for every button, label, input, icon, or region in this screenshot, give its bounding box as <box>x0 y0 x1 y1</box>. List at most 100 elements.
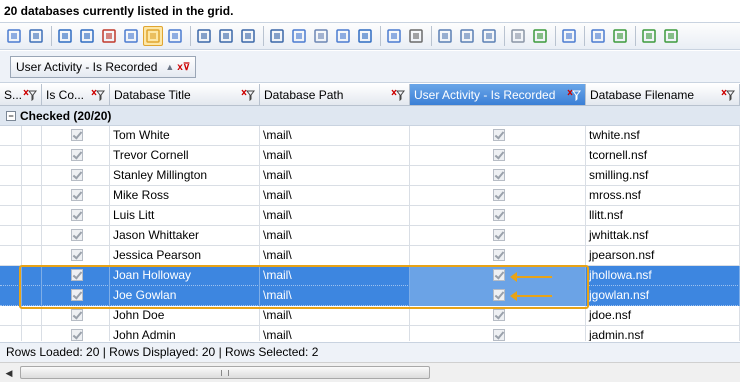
table-row[interactable]: Jessica Pearson \mail\ jpearson.nsf <box>0 246 740 266</box>
forward-icon[interactable] <box>639 26 659 46</box>
columns3-icon[interactable] <box>238 26 258 46</box>
checkbox-checked[interactable] <box>493 189 505 201</box>
checkbox-checked[interactable] <box>71 189 83 201</box>
column-header-s[interactable]: S... <box>0 84 42 106</box>
remove-icon[interactable] <box>77 26 97 46</box>
zoom-out-icon[interactable] <box>479 26 499 46</box>
database-filename-cell: jdoe.nsf <box>586 306 740 326</box>
zoom-icon[interactable] <box>435 26 455 46</box>
column-filter-icon[interactable] <box>241 89 255 102</box>
column-label: Database Title <box>114 87 191 102</box>
column-filter-icon[interactable] <box>567 89 581 102</box>
properties-icon[interactable] <box>4 26 24 46</box>
table-row[interactable]: Trevor Cornell \mail\ tcornell.nsf <box>0 146 740 166</box>
column-label: S... <box>4 87 23 102</box>
checkbox-checked[interactable] <box>71 149 83 161</box>
table-row[interactable]: Luis Litt \mail\ llitt.nsf <box>0 206 740 226</box>
row-indent-cell <box>0 246 22 266</box>
database-path-cell: \mail\ <box>260 166 410 186</box>
group-row-checked[interactable]: − Checked (20/20) <box>0 106 740 126</box>
columns-icon[interactable] <box>194 26 214 46</box>
checkbox-checked[interactable] <box>493 249 505 261</box>
move-icon[interactable] <box>99 26 119 46</box>
columns2-icon[interactable] <box>216 26 236 46</box>
add-filter-icon[interactable] <box>530 26 550 46</box>
fit-icon[interactable] <box>165 26 185 46</box>
checkbox-checked[interactable] <box>493 129 505 141</box>
column-filter-icon[interactable] <box>91 89 105 102</box>
database-title-cell: Mike Ross <box>110 186 260 206</box>
table-row[interactable]: Mike Ross \mail\ mross.nsf <box>0 186 740 206</box>
import-icon[interactable] <box>355 26 375 46</box>
select-icon[interactable] <box>267 26 287 46</box>
filter-clear-icon[interactable]: x⊽ <box>177 62 190 73</box>
toolbar-separator <box>380 26 381 46</box>
user-activity-cell <box>410 186 586 206</box>
database-title-cell: Tom White <box>110 126 260 146</box>
table-row[interactable]: Jason Whittaker \mail\ jwhittak.nsf <box>0 226 740 246</box>
scroll-left-icon[interactable]: ◀ <box>2 366 16 380</box>
collapse-icon[interactable]: − <box>6 110 16 121</box>
checkbox-checked[interactable] <box>71 309 83 321</box>
checkbox-checked[interactable] <box>493 309 505 321</box>
checkbox-checked[interactable] <box>493 169 505 181</box>
table-row[interactable]: John Doe \mail\ jdoe.nsf <box>0 306 740 326</box>
column-header-database-path[interactable]: Database Path <box>260 84 410 106</box>
user-activity-cell <box>410 226 586 246</box>
checkbox-checked[interactable] <box>493 229 505 241</box>
checkbox-checked[interactable] <box>493 209 505 221</box>
export-icon[interactable] <box>333 26 353 46</box>
database-filename-cell: twhite.nsf <box>586 126 740 146</box>
preview-icon[interactable] <box>588 26 608 46</box>
checkbox-checked[interactable] <box>71 209 83 221</box>
group-label: Checked (20/20) <box>20 108 112 123</box>
is-checked-cell <box>42 226 110 246</box>
checkbox-checked[interactable] <box>71 169 83 181</box>
open-icon[interactable] <box>26 26 46 46</box>
column-header-is-co[interactable]: Is Co... <box>42 84 110 106</box>
horizontal-scrollbar[interactable]: ◀ <box>0 362 740 382</box>
report-icon[interactable] <box>559 26 579 46</box>
database-title-cell: Jessica Pearson <box>110 246 260 266</box>
column-header-user-activity[interactable]: User Activity - Is Recorded <box>410 84 586 106</box>
settings-icon[interactable] <box>406 26 426 46</box>
add-icon[interactable] <box>55 26 75 46</box>
refresh-icon[interactable] <box>384 26 404 46</box>
row-indent-cell <box>0 206 22 226</box>
checkbox-checked[interactable] <box>71 229 83 241</box>
user-activity-cell <box>410 126 586 146</box>
filter-icon[interactable] <box>508 26 528 46</box>
row-indent-cell <box>0 226 22 246</box>
checkbox-checked[interactable] <box>493 149 505 161</box>
database-title-cell: Luis Litt <box>110 206 260 226</box>
back-icon[interactable] <box>610 26 630 46</box>
column-header-database-title[interactable]: Database Title <box>110 84 260 106</box>
checkbox-checked[interactable] <box>71 329 83 341</box>
sort-up-icon[interactable]: ▲ <box>165 62 174 72</box>
copy-icon[interactable] <box>121 26 141 46</box>
column-filter-icon[interactable] <box>23 89 37 102</box>
panel-icon[interactable] <box>661 26 681 46</box>
column-filter-icon[interactable] <box>721 89 735 102</box>
row-indent-cell <box>0 186 22 206</box>
toolbar-separator <box>431 26 432 46</box>
zoom-in-icon[interactable] <box>457 26 477 46</box>
toolbar-separator <box>635 26 636 46</box>
paste-icon[interactable] <box>311 26 331 46</box>
checkbox-checked[interactable] <box>493 329 505 341</box>
checkbox-checked[interactable] <box>71 129 83 141</box>
scroll-thumb[interactable] <box>20 366 430 379</box>
table-row[interactable]: Stanley Millington \mail\ smilling.nsf <box>0 166 740 186</box>
group-panel-icon[interactable] <box>143 26 163 46</box>
column-header-database-filename[interactable]: Database Filename <box>586 84 740 106</box>
table-row[interactable]: Tom White \mail\ twhite.nsf <box>0 126 740 146</box>
is-checked-cell <box>42 166 110 186</box>
checkbox-checked[interactable] <box>71 249 83 261</box>
table-row[interactable]: John Admin \mail\ jadmin.nsf <box>0 326 740 341</box>
row-indent-cell <box>0 166 22 186</box>
column-label: Is Co... <box>46 87 85 102</box>
column-filter-icon[interactable] <box>391 89 405 102</box>
copy-rows-icon[interactable] <box>289 26 309 46</box>
group-chip[interactable]: User Activity - Is Recorded ▲ x⊽ <box>10 56 196 78</box>
row-indent-cell <box>0 306 22 326</box>
